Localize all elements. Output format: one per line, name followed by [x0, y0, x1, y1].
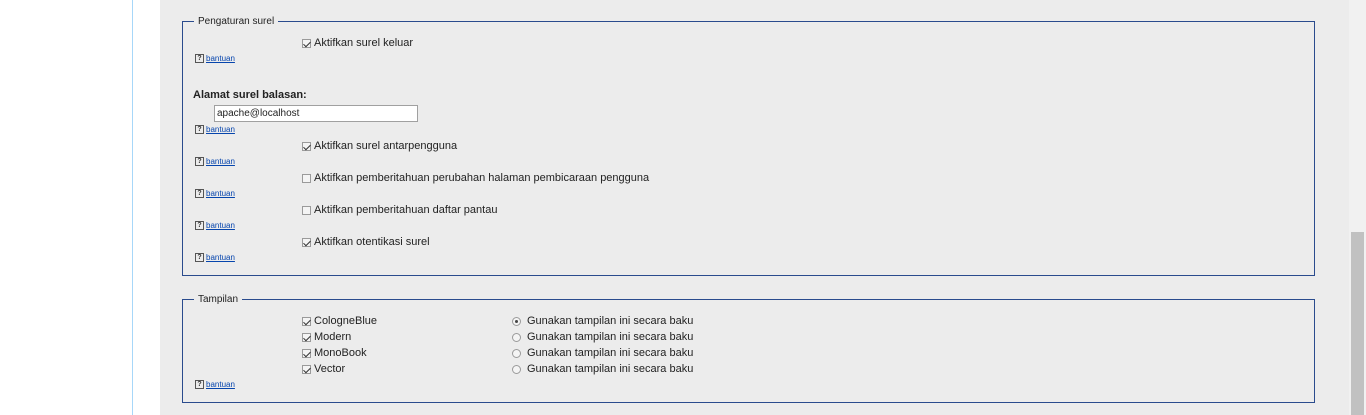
help-link[interactable]: bantuan — [206, 157, 235, 166]
skin-default-option[interactable]: Gunakan tampilan ini secara baku — [512, 315, 693, 327]
help-link[interactable]: bantuan — [206, 125, 235, 134]
enable-watchlist-notification-checkbox[interactable] — [302, 205, 311, 215]
reply-address-label: Alamat surel balasan: — [193, 89, 307, 101]
help-talk-notification[interactable]: ? bantuan — [195, 189, 235, 198]
skin-default-label: Gunakan tampilan ini secara baku — [527, 347, 694, 359]
skin-default-radio[interactable] — [512, 316, 521, 326]
skins-legend: Tampilan — [194, 293, 243, 306]
skin-default-radio[interactable] — [512, 332, 521, 342]
skin-default-label: Gunakan tampilan ini secara baku — [527, 331, 694, 343]
skin-default-label: Gunakan tampilan ini secara baku — [527, 363, 694, 375]
enable-email-authentication-label: Aktifkan otentikasi surel — [314, 236, 430, 248]
help-link[interactable]: bantuan — [206, 221, 235, 230]
help-user-email[interactable]: ? bantuan — [195, 157, 235, 166]
enable-user-email-checkbox[interactable] — [302, 141, 311, 151]
help-reply-address[interactable]: ? bantuan — [195, 125, 235, 134]
help-watchlist-notification[interactable]: ? bantuan — [195, 221, 235, 230]
enable-outgoing-email-label: Aktifkan surel keluar — [314, 37, 414, 49]
enable-email-authentication-option[interactable]: Aktifkan otentikasi surel — [302, 236, 430, 248]
skin-name: MonoBook — [314, 347, 367, 359]
enable-user-email-option[interactable]: Aktifkan surel antarpengguna — [302, 140, 457, 152]
skin-item[interactable]: CologneBlue — [302, 315, 377, 327]
skin-name: Vector — [314, 363, 346, 375]
skin-default-radio[interactable] — [512, 348, 521, 358]
help-icon: ? — [195, 189, 204, 198]
help-link[interactable]: bantuan — [206, 253, 235, 262]
help-icon: ? — [195, 221, 204, 230]
reply-address-input[interactable] — [214, 105, 418, 122]
enable-watchlist-notification-label: Aktifkan pemberitahuan daftar pantau — [314, 204, 498, 216]
enable-talk-notification-label: Aktifkan pemberitahuan perubahan halaman… — [314, 172, 650, 184]
help-icon: ? — [195, 125, 204, 134]
skin-default-option[interactable]: Gunakan tampilan ini secara baku — [512, 331, 693, 343]
help-skins[interactable]: ? bantuan — [195, 380, 235, 389]
skin-default-radio[interactable] — [512, 364, 521, 374]
skin-item[interactable]: MonoBook — [302, 347, 367, 359]
skin-enable-checkbox[interactable] — [302, 316, 311, 326]
skin-enable-checkbox[interactable] — [302, 348, 311, 358]
skin-default-option[interactable]: Gunakan tampilan ini secara baku — [512, 363, 693, 375]
enable-outgoing-email-option[interactable]: Aktifkan surel keluar — [302, 37, 413, 49]
help-link[interactable]: bantuan — [206, 380, 235, 389]
help-email-authentication[interactable]: ? bantuan — [195, 253, 235, 262]
skin-default-label: Gunakan tampilan ini secara baku — [527, 315, 694, 327]
help-icon: ? — [195, 54, 204, 63]
scrollbar-thumb[interactable] — [1351, 232, 1364, 415]
skin-item[interactable]: Vector — [302, 363, 345, 375]
skin-name: CologneBlue — [314, 315, 377, 327]
enable-talk-notification-option[interactable]: Aktifkan pemberitahuan perubahan halaman… — [302, 172, 649, 184]
installer-content: Pengaturan surel Aktifkan surel keluar ?… — [160, 0, 1349, 415]
skin-default-option[interactable]: Gunakan tampilan ini secara baku — [512, 347, 693, 359]
skin-enable-checkbox[interactable] — [302, 332, 311, 342]
skin-enable-checkbox[interactable] — [302, 364, 311, 374]
help-link[interactable]: bantuan — [206, 189, 235, 198]
enable-watchlist-notification-option[interactable]: Aktifkan pemberitahuan daftar pantau — [302, 204, 497, 216]
enable-user-email-label: Aktifkan surel antarpengguna — [314, 140, 458, 152]
help-icon: ? — [195, 380, 204, 389]
help-icon: ? — [195, 253, 204, 262]
help-link[interactable]: bantuan — [206, 54, 235, 63]
email-settings-legend: Pengaturan surel — [194, 15, 279, 28]
enable-email-authentication-checkbox[interactable] — [302, 237, 311, 247]
help-icon: ? — [195, 157, 204, 166]
skin-item[interactable]: Modern — [302, 331, 351, 343]
skin-name: Modern — [314, 331, 352, 343]
enable-outgoing-email-checkbox[interactable] — [302, 38, 311, 48]
left-navigation-pane — [0, 0, 133, 415]
enable-talk-notification-checkbox[interactable] — [302, 173, 311, 183]
help-outgoing-email[interactable]: ? bantuan — [195, 54, 235, 63]
